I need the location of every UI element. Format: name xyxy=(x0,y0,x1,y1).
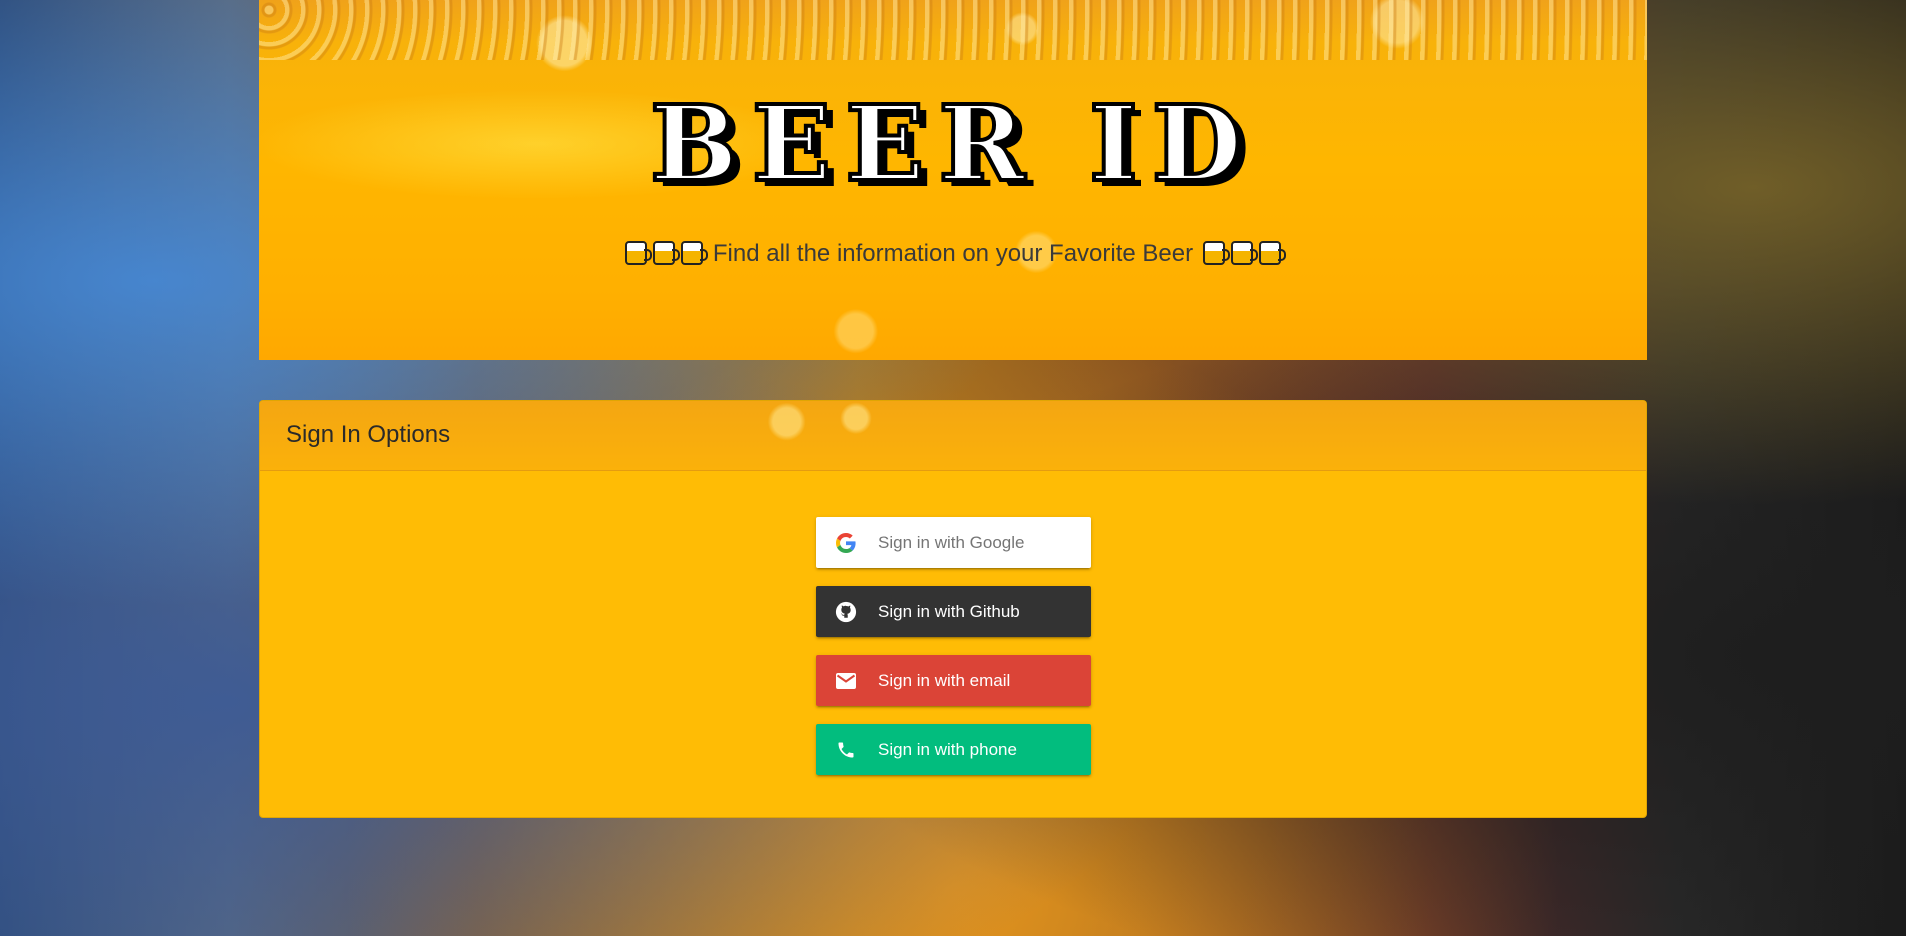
google-icon xyxy=(834,531,858,555)
card-title: Sign In Options xyxy=(286,421,451,448)
email-button-label: Sign in with email xyxy=(878,670,1011,690)
beer-mug-icon xyxy=(1230,241,1258,265)
hero-banner: BEER ID Find all the information on your… xyxy=(259,0,1647,360)
email-icon xyxy=(834,669,858,693)
google-button-label: Sign in with Google xyxy=(878,532,1025,552)
sign-in-button-list: Sign in with Google Sign in with Github … xyxy=(816,517,1091,793)
github-button-label: Sign in with Github xyxy=(878,601,1020,621)
sign-in-google-button[interactable]: Sign in with Google xyxy=(816,517,1091,568)
subtitle-text: Find all the information on your Favorit… xyxy=(712,240,1194,267)
sign-in-email-button[interactable]: Sign in with email xyxy=(816,655,1091,706)
beer-mug-icon xyxy=(1202,241,1230,265)
site-title: BEER ID xyxy=(648,82,1256,205)
beer-mug-icon xyxy=(681,241,709,265)
github-icon xyxy=(834,600,858,624)
beer-mugs-right xyxy=(1200,240,1286,268)
beer-mugs-left xyxy=(622,240,709,268)
site-subtitle: Find all the information on your Favorit… xyxy=(259,240,1647,268)
sign-in-phone-button[interactable]: Sign in with phone xyxy=(816,724,1091,775)
beer-mug-icon xyxy=(653,241,681,265)
phone-icon xyxy=(834,738,858,762)
card-header: Sign In Options xyxy=(260,401,1646,471)
beer-mug-icon xyxy=(1258,241,1286,265)
phone-button-label: Sign in with phone xyxy=(878,739,1017,759)
beer-mug-icon xyxy=(625,241,653,265)
beer-foam-decoration xyxy=(259,0,1647,60)
sign-in-github-button[interactable]: Sign in with Github xyxy=(816,586,1091,637)
sign-in-card: Sign In Options Sign in with Google Sign… xyxy=(259,400,1647,818)
